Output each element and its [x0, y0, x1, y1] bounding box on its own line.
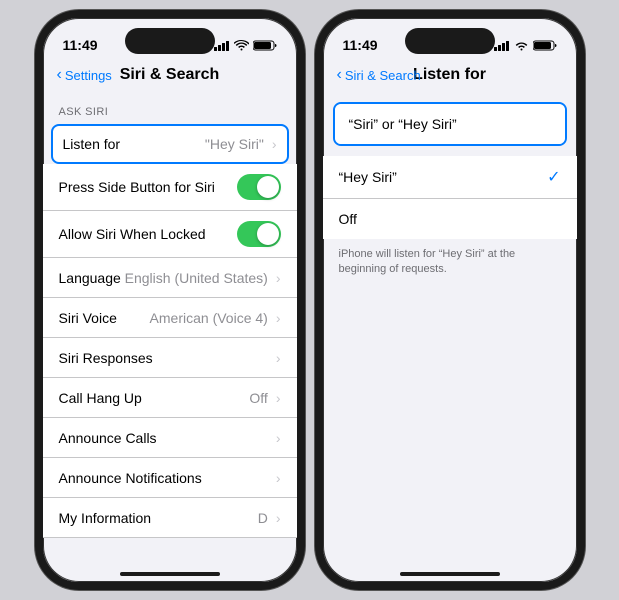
hey-siri-option[interactable]: “Hey Siri” ✓	[323, 156, 577, 199]
status-icons	[214, 40, 277, 51]
right-phone: 11:49 ‹ Siri & Search Listen for “Siri” …	[315, 10, 585, 590]
siri-voice-label: Siri Voice	[59, 310, 117, 326]
right-back-button[interactable]: ‹ Siri & Search	[337, 66, 421, 84]
call-hang-up-right: Off ›	[249, 390, 280, 406]
right-signal-icon	[494, 40, 510, 51]
home-indicator	[120, 572, 220, 576]
language-right: English (United States) ›	[125, 270, 281, 286]
my-information-right: D ›	[258, 510, 281, 526]
announce-notifications-chevron: ›	[276, 470, 281, 486]
listen-for-right: "Hey Siri" ›	[205, 136, 277, 152]
nav-title: Siri & Search	[120, 66, 220, 84]
siri-responses-item[interactable]: Siri Responses ›	[43, 338, 297, 378]
announce-calls-right: ›	[276, 430, 281, 446]
press-side-toggle[interactable]	[237, 174, 281, 200]
right-chevron-left-icon: ‹	[337, 66, 342, 84]
my-information-item[interactable]: My Information D ›	[43, 498, 297, 538]
call-hang-up-item[interactable]: Call Hang Up Off ›	[43, 378, 297, 418]
call-hang-up-label: Call Hang Up	[59, 390, 142, 406]
siri-responses-right: ›	[276, 350, 281, 366]
siri-or-hey-siri-label: “Siri” or “Hey Siri”	[349, 116, 457, 132]
signal-icon	[214, 40, 230, 51]
hey-siri-checkmark: ✓	[547, 167, 560, 187]
siri-voice-item[interactable]: Siri Voice American (Voice 4) ›	[43, 298, 297, 338]
call-hang-up-chevron: ›	[276, 390, 281, 406]
ask-siri-section-label: ASK SIRI	[43, 92, 297, 124]
siri-voice-chevron: ›	[276, 310, 281, 326]
right-nav-bar: ‹ Siri & Search Listen for	[323, 62, 577, 92]
right-wifi-icon	[514, 40, 529, 51]
right-nav-title: Listen for	[413, 66, 486, 84]
right-status-icons	[494, 40, 557, 51]
siri-responses-chevron: ›	[276, 350, 281, 366]
right-content: “Siri” or “Hey Siri” “Hey Siri” ✓ Off iP…	[323, 92, 577, 538]
wifi-icon	[234, 40, 249, 51]
announce-calls-label: Announce Calls	[59, 430, 157, 446]
dynamic-island	[125, 28, 215, 54]
language-value: English (United States)	[125, 270, 268, 286]
my-information-chevron: ›	[276, 510, 281, 526]
status-time: 11:49	[63, 37, 98, 53]
off-label: Off	[339, 211, 357, 227]
announce-notifications-label: Announce Notifications	[59, 470, 202, 486]
left-phone: 11:49 ‹ Settings Siri & Search ASK SIRI …	[35, 10, 305, 590]
language-chevron: ›	[276, 270, 281, 286]
listen-for-chevron: ›	[272, 136, 277, 152]
announce-calls-chevron: ›	[276, 430, 281, 446]
hey-siri-label: “Hey Siri”	[339, 169, 397, 185]
announce-notifications-item[interactable]: Announce Notifications ›	[43, 458, 297, 498]
right-back-label: Siri & Search	[345, 68, 421, 83]
options-list: “Hey Siri” ✓ Off	[323, 156, 577, 239]
right-battery-icon	[533, 40, 557, 51]
left-content: ASK SIRI Listen for "Hey Siri" › Press S…	[43, 92, 297, 538]
siri-voice-right: American (Voice 4) ›	[150, 310, 281, 326]
announce-calls-item[interactable]: Announce Calls ›	[43, 418, 297, 458]
listen-for-label: Listen for	[63, 136, 121, 152]
listen-for-value: "Hey Siri"	[205, 136, 264, 152]
announce-notifications-right: ›	[276, 470, 281, 486]
press-side-label: Press Side Button for Siri	[59, 179, 215, 195]
off-option[interactable]: Off	[323, 199, 577, 239]
right-dynamic-island	[405, 28, 495, 54]
language-item[interactable]: Language English (United States) ›	[43, 258, 297, 298]
language-label: Language	[59, 270, 121, 286]
siri-responses-label: Siri Responses	[59, 350, 153, 366]
allow-locked-item[interactable]: Allow Siri When Locked	[43, 211, 297, 258]
back-button[interactable]: ‹ Settings	[57, 66, 112, 84]
siri-voice-value: American (Voice 4)	[150, 310, 268, 326]
listen-for-row[interactable]: Listen for "Hey Siri" ›	[51, 124, 289, 164]
battery-icon	[253, 40, 277, 51]
option-header-inner: “Siri” or “Hey Siri”	[335, 104, 565, 144]
right-status-time: 11:49	[343, 37, 378, 53]
right-home-indicator	[400, 572, 500, 576]
my-information-value: D	[258, 510, 268, 526]
press-side-button-item[interactable]: Press Side Button for Siri	[43, 164, 297, 211]
settings-list: Press Side Button for Siri Allow Siri Wh…	[43, 164, 297, 538]
option-header-box[interactable]: “Siri” or “Hey Siri”	[333, 102, 567, 146]
back-label: Settings	[65, 68, 112, 83]
chevron-left-icon: ‹	[57, 66, 62, 84]
listen-description: iPhone will listen for “Hey Siri” at the…	[323, 239, 577, 290]
my-information-label: My Information	[59, 510, 152, 526]
allow-locked-label: Allow Siri When Locked	[59, 226, 206, 242]
call-hang-up-value: Off	[249, 390, 267, 406]
allow-locked-toggle[interactable]	[237, 221, 281, 247]
left-nav-bar: ‹ Settings Siri & Search	[43, 62, 297, 92]
